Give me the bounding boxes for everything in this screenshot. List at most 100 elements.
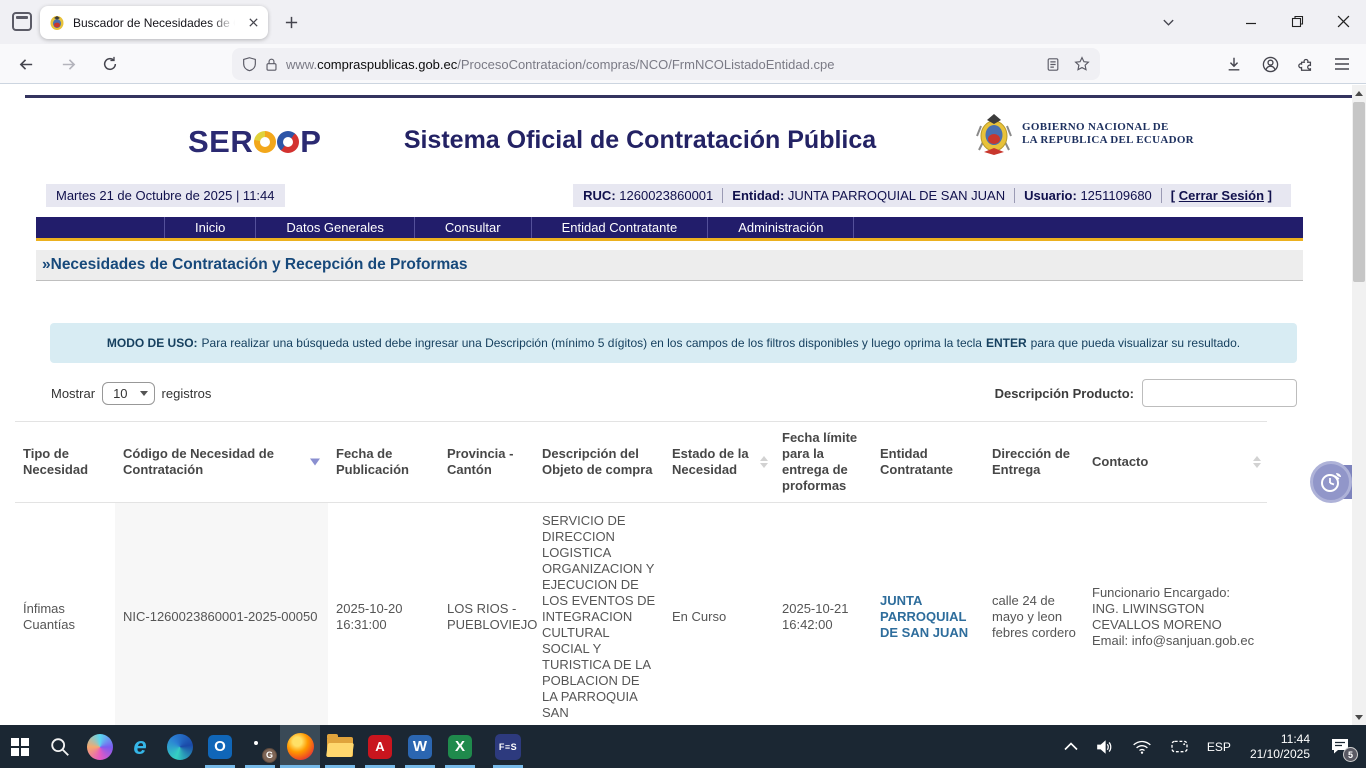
copilot-icon: [87, 733, 113, 760]
taskbar-acrobat-button[interactable]: A: [360, 725, 400, 768]
taskbar-chrome-button[interactable]: G: [240, 725, 280, 768]
ruc-value: 1260023860001: [619, 188, 714, 203]
display-connect-icon[interactable]: [1161, 725, 1198, 768]
reload-button[interactable]: [94, 48, 126, 80]
action-center-button[interactable]: 5: [1320, 725, 1360, 768]
scroll-down-icon[interactable]: [1352, 710, 1366, 724]
usuario-segment: Usuario: 1251109680: [1014, 188, 1161, 203]
taskbar-outlook-button[interactable]: O: [200, 725, 240, 768]
cell-entidad: JUNTA PARROQUIAL DE SAN JUAN: [872, 502, 984, 725]
url-text[interactable]: www.compraspublicas.gob.ec/ProcesoContra…: [286, 57, 1038, 72]
sort-desc-icon: [310, 458, 320, 466]
taskbar-excel-button[interactable]: X: [440, 725, 480, 768]
table-row: Ínfimas Cuantías NIC-1260023860001-2025-…: [15, 502, 1267, 725]
forward-button[interactable]: [52, 48, 84, 80]
col-provincia-canton[interactable]: Provincia - Cantón: [439, 421, 534, 503]
entidad-link[interactable]: JUNTA PARROQUIAL DE SAN JUAN: [880, 593, 968, 640]
session-bar: Martes 21 de Octubre de 2025 | 11:44 RUC…: [46, 184, 1291, 207]
new-tab-button[interactable]: [280, 11, 302, 33]
cell-codigo: NIC-1260023860001-2025-00050: [115, 502, 328, 725]
nav-item-consultar[interactable]: Consultar: [413, 217, 531, 238]
taskbar-search-button[interactable]: [40, 725, 80, 768]
col-codigo-necesidad[interactable]: Código de Necesidad de Contratación: [115, 421, 328, 503]
page-length-select[interactable]: 10: [102, 381, 155, 405]
wifi-icon[interactable]: [1123, 725, 1161, 768]
col-fecha-publicacion[interactable]: Fecha de Publicación: [328, 421, 439, 503]
reader-mode-icon[interactable]: [1046, 57, 1060, 72]
nav-item-entidad-contratante[interactable]: Entidad Contratante: [530, 217, 708, 238]
nav-item-datos-generales[interactable]: Datos Generales: [255, 217, 414, 238]
sort-both-icon: [1253, 456, 1261, 468]
col-contacto[interactable]: Contacto: [1084, 421, 1267, 503]
col-tipo-necesidad[interactable]: Tipo de Necesidad: [15, 421, 115, 503]
scroll-up-icon[interactable]: [1352, 86, 1366, 100]
volume-icon[interactable]: [1087, 725, 1123, 768]
word-icon: W: [408, 734, 432, 759]
browser-tab[interactable]: Buscador de Necesidades de Co: [40, 6, 268, 39]
page-scrollbar[interactable]: [1352, 85, 1366, 725]
window-restore-button[interactable]: [1274, 2, 1320, 40]
taskbar-copilot-button[interactable]: [80, 725, 120, 768]
col-estado-necesidad[interactable]: Estado de la Necesidad: [664, 421, 774, 503]
page-length-value: 10: [113, 385, 128, 401]
nav-item-administracion[interactable]: Administración: [707, 217, 855, 238]
firefox-view-icon[interactable]: [12, 12, 32, 31]
col-fecha-limite[interactable]: Fecha límite para la entrega de proforma…: [774, 421, 872, 503]
col-entidad-contratante[interactable]: Entidad Contratante: [872, 421, 984, 503]
page-header: SER P Sistema Oficial de Contratación Pú…: [0, 98, 1366, 182]
lock-icon[interactable]: [265, 57, 278, 72]
logout-segment: [ Cerrar Sesión ]: [1160, 188, 1281, 203]
scrollbar-thumb[interactable]: [1353, 102, 1365, 282]
tab-title: Buscador de Necesidades de Co: [73, 15, 235, 30]
url-bar[interactable]: www.compraspublicas.gob.ec/ProcesoContra…: [232, 48, 1100, 80]
window-minimize-button[interactable]: [1228, 2, 1274, 40]
col-label: Tipo de Necesidad: [23, 446, 89, 477]
tray-clock[interactable]: 11:44 21/10/2025: [1240, 732, 1320, 762]
logout-link[interactable]: Cerrar Sesión: [1179, 188, 1264, 203]
col-direccion-entrega[interactable]: Dirección de Entrega: [984, 421, 1084, 503]
outlook-icon: O: [208, 734, 232, 759]
bookmark-star-icon[interactable]: [1074, 56, 1090, 72]
list-tabs-chevron-icon[interactable]: [1156, 11, 1180, 33]
nav-item-inicio[interactable]: Inicio: [164, 217, 255, 238]
col-label: Descripción del Objeto de compra: [542, 446, 653, 477]
table-header-row: Tipo de Necesidad Código de Necesidad de…: [15, 421, 1267, 503]
taskbar-edge-button[interactable]: [160, 725, 200, 768]
system-tray: ESP 11:44 21/10/2025 5: [1055, 725, 1366, 768]
taskbar-fes-app-button[interactable]: F≡S: [488, 725, 528, 768]
session-info-box: RUC: 1260023860001 Entidad: JUNTA PARROQ…: [573, 184, 1291, 207]
col-label: Entidad Contratante: [880, 446, 953, 477]
extensions-puzzle-icon[interactable]: [1290, 48, 1322, 80]
language-indicator[interactable]: ESP: [1198, 725, 1240, 768]
cell-direccion: calle 24 de mayo y leon febres cordero: [984, 502, 1084, 725]
menu-hamburger-icon[interactable]: [1326, 48, 1358, 80]
tray-time: 11:44: [1280, 731, 1310, 746]
cell-fecha-limite: 2025-10-21 16:42:00: [774, 502, 872, 725]
tracking-shield-icon[interactable]: [242, 56, 257, 72]
gov-text-line1: GOBIERNO NACIONAL DE: [1022, 121, 1169, 133]
account-icon[interactable]: [1254, 48, 1286, 80]
cell-contacto: Funcionario Encargado: ING. LIWINSGTON C…: [1084, 502, 1267, 725]
product-description-input[interactable]: [1142, 379, 1297, 407]
tab-favicon-ecuador-icon: [50, 15, 64, 30]
tray-chevron-up-icon[interactable]: [1055, 725, 1087, 768]
taskbar-internet-explorer-button[interactable]: e: [120, 725, 160, 768]
excel-icon: X: [448, 734, 472, 759]
col-label: Contacto: [1092, 454, 1149, 469]
back-button[interactable]: [10, 48, 42, 80]
gov-text-line2: LA REPUBLICA DEL ECUADOR: [1022, 134, 1194, 146]
taskbar-file-explorer-button[interactable]: [320, 725, 360, 768]
start-button[interactable]: [0, 725, 40, 768]
window-close-button[interactable]: [1320, 2, 1366, 40]
fes-app-icon: F≡S: [495, 733, 521, 760]
logout-bracket-open: [: [1170, 188, 1176, 203]
tab-close-icon[interactable]: [248, 17, 259, 28]
col-label: Código de Necesidad de Contratación: [123, 446, 274, 477]
notification-badge: 5: [1343, 747, 1358, 762]
taskbar-word-button[interactable]: W: [400, 725, 440, 768]
col-descripcion-objeto[interactable]: Descripción del Objeto de compra: [534, 421, 664, 503]
usage-info-box: MODO DE USO: Para realizar una búsqueda u…: [50, 323, 1297, 363]
taskbar-firefox-button[interactable]: [280, 725, 320, 768]
cell-provincia: LOS RIOS - PUEBLOVIEJO: [439, 502, 537, 725]
downloads-icon[interactable]: [1218, 48, 1250, 80]
